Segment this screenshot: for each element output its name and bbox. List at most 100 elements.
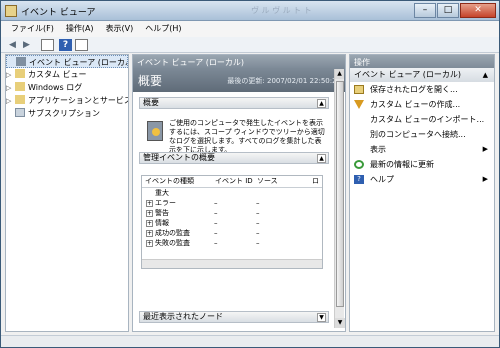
table-row[interactable]: + 失敗の監査 – – [142,238,322,248]
menu-view[interactable]: 表示(V) [100,21,140,37]
source-cell: – [256,209,260,217]
event-type-cell: 警告 [155,209,169,217]
tree-expander-icon[interactable]: ▷ [6,82,15,94]
table-row[interactable]: + 警告 – – [142,208,322,218]
menu-bar: ファイル(F) 操作(A) 表示(V) ヘルプ(H) [1,21,499,37]
source-cell: – [256,239,260,247]
column-header-log[interactable]: ロ [309,176,321,187]
tree-item-event-viewer-local[interactable]: イベント ビューア (ローカル) [6,55,128,68]
action-connect-another-computer[interactable]: 別のコンピュータへ接続... [350,127,494,142]
action-label: 最新の情報に更新 [370,160,434,169]
summary-title-bar: 概要 最後の更新: 2007/02/01 22:50:21 [133,68,345,92]
filter-icon [354,100,364,109]
expand-plus-icon[interactable]: + [146,200,153,207]
show-hide-action-pane-icon[interactable] [75,39,88,51]
help-icon[interactable]: ? [59,39,72,51]
event-log-icon [147,121,163,141]
expand-plus-icon[interactable]: + [146,210,153,217]
expand-plus-icon[interactable]: + [146,240,153,247]
event-type-cell: 重大 [155,189,169,197]
action-label: 別のコンピュータへ接続... [370,130,466,139]
center-pane-header: イベント ビューア (ローカル) [133,55,345,68]
tree-item-applications-services[interactable]: ▷ アプリケーションとサービス [6,94,128,107]
overview-description: ご使用のコンピュータで発生したイベントを表示するには、スコープ ウィンドウでツリ… [169,119,325,154]
admin-events-section-header[interactable]: 管理イベントの概要 ▲ [139,152,329,164]
event-id-cell: – [214,209,218,217]
event-type-cell: エラー [155,199,176,207]
tree-item-windows-logs[interactable]: ▷ Windows ログ [6,81,128,94]
table-row[interactable]: + 成功の監査 – – [142,228,322,238]
event-id-cell: – [214,199,218,207]
window-title: イベント ビューア [21,8,96,18]
actions-section-header[interactable]: イベント ビューア (ローカル) ▲ [350,68,494,82]
source-cell: – [256,199,260,207]
action-open-saved-log[interactable]: 保存されたログを開く... [350,82,494,97]
expand-plus-icon[interactable]: + [146,220,153,227]
tree-item-subscriptions[interactable]: サブスクリプション [6,107,128,120]
submenu-arrow-icon: ▶ [482,145,488,153]
center-vertical-scrollbar[interactable]: ▲ ▼ [334,69,345,328]
title-bar-background-text: ヴ ル ヴ ル ト ト [251,6,312,15]
last-updated-text: 最後の更新: 2007/02/01 22:50:21 [227,77,341,85]
tree-item-custom-views[interactable]: ▷ カスタム ビュー [6,68,128,81]
action-help[interactable]: ? ヘルプ ▶ [350,172,494,187]
column-header-event-id[interactable]: イベント ID [212,176,254,187]
recent-nodes-section-header[interactable]: 最近表示されたノード ▼ [139,311,329,323]
scrollbar-thumb[interactable] [336,81,344,307]
app-window: イベント ビューア ヴ ル ヴ ル ト ト – □ ✕ ファイル(F) 操作(A… [0,0,500,348]
scroll-up-arrow-icon[interactable]: ▲ [335,69,344,79]
event-id-cell: – [214,219,218,227]
back-arrow-icon[interactable]: ◀ [6,39,19,51]
column-header-event-type[interactable]: イベントの種類 [142,176,212,187]
folder-icon [15,69,25,78]
action-label: 保存されたログを開く... [370,85,458,94]
action-create-custom-view[interactable]: カスタム ビューの作成... [350,97,494,112]
status-bar [1,335,499,347]
event-type-cell: 成功の監査 [155,229,190,237]
event-viewer-icon [16,57,26,66]
collapse-caret-icon[interactable]: ▲ [317,154,326,163]
tree-item-label: カスタム ビュー [28,70,87,79]
column-header-source[interactable]: ソース [254,176,309,187]
tree-expander-icon[interactable]: ▷ [6,95,15,107]
expand-plus-icon[interactable]: + [146,230,153,237]
menu-help[interactable]: ヘルプ(H) [139,21,187,37]
collapse-caret-icon[interactable]: ▲ [317,99,326,108]
overview-section-header[interactable]: 概要 ▲ [139,97,329,109]
table-row[interactable]: + 情報 – – [142,218,322,228]
table-horizontal-scrollbar[interactable] [142,259,322,268]
menu-action[interactable]: 操作(A) [60,21,100,37]
event-id-cell: – [214,239,218,247]
tree-item-label: Windows ログ [28,83,83,92]
menu-file[interactable]: ファイル(F) [5,21,60,37]
refresh-icon [354,160,364,169]
tree-item-label: イベント ビューア (ローカル) [29,58,128,67]
forward-arrow-icon[interactable]: ▶ [20,39,33,51]
action-refresh[interactable]: 最新の情報に更新 [350,157,494,172]
section-title: 最近表示されたノード [143,312,223,321]
action-label: 表示 [370,145,386,154]
admin-events-table: イベントの種類 イベント ID ソース ロ 重大 + エラー – – + 警告 – … [141,175,323,269]
section-title: 管理イベントの概要 [143,153,215,162]
minimize-button[interactable]: – [414,3,436,18]
show-hide-console-tree-icon[interactable] [41,39,54,51]
folder-icon [15,82,25,91]
table-row[interactable]: 重大 [142,188,322,198]
action-view[interactable]: 表示 ▶ [350,142,494,157]
table-row[interactable]: + エラー – – [142,198,322,208]
tree-item-label: サブスクリプション [28,109,100,118]
tree-item-label: アプリケーションとサービス [28,96,128,105]
collapse-caret-icon[interactable]: ▼ [317,313,326,322]
maximize-button[interactable]: □ [437,3,459,18]
console-tree: イベント ビューア (ローカル) ▷ カスタム ビュー ▷ Windows ログ ▷… [5,54,129,332]
help-icon: ? [354,175,364,184]
close-button[interactable]: ✕ [460,3,496,18]
title-bar: イベント ビューア ヴ ル ヴ ル ト ト – □ ✕ [1,1,499,21]
collapse-caret-icon[interactable]: ▲ [483,68,488,82]
subscription-icon [15,108,25,117]
scroll-down-arrow-icon[interactable]: ▼ [335,318,345,328]
action-import-custom-view[interactable]: カスタム ビューのインポート... [350,112,494,127]
event-type-cell: 情報 [155,219,169,227]
center-pane: イベント ビューア (ローカル) 概要 最後の更新: 2007/02/01 22… [132,54,346,332]
tree-expander-icon[interactable]: ▷ [6,69,15,81]
